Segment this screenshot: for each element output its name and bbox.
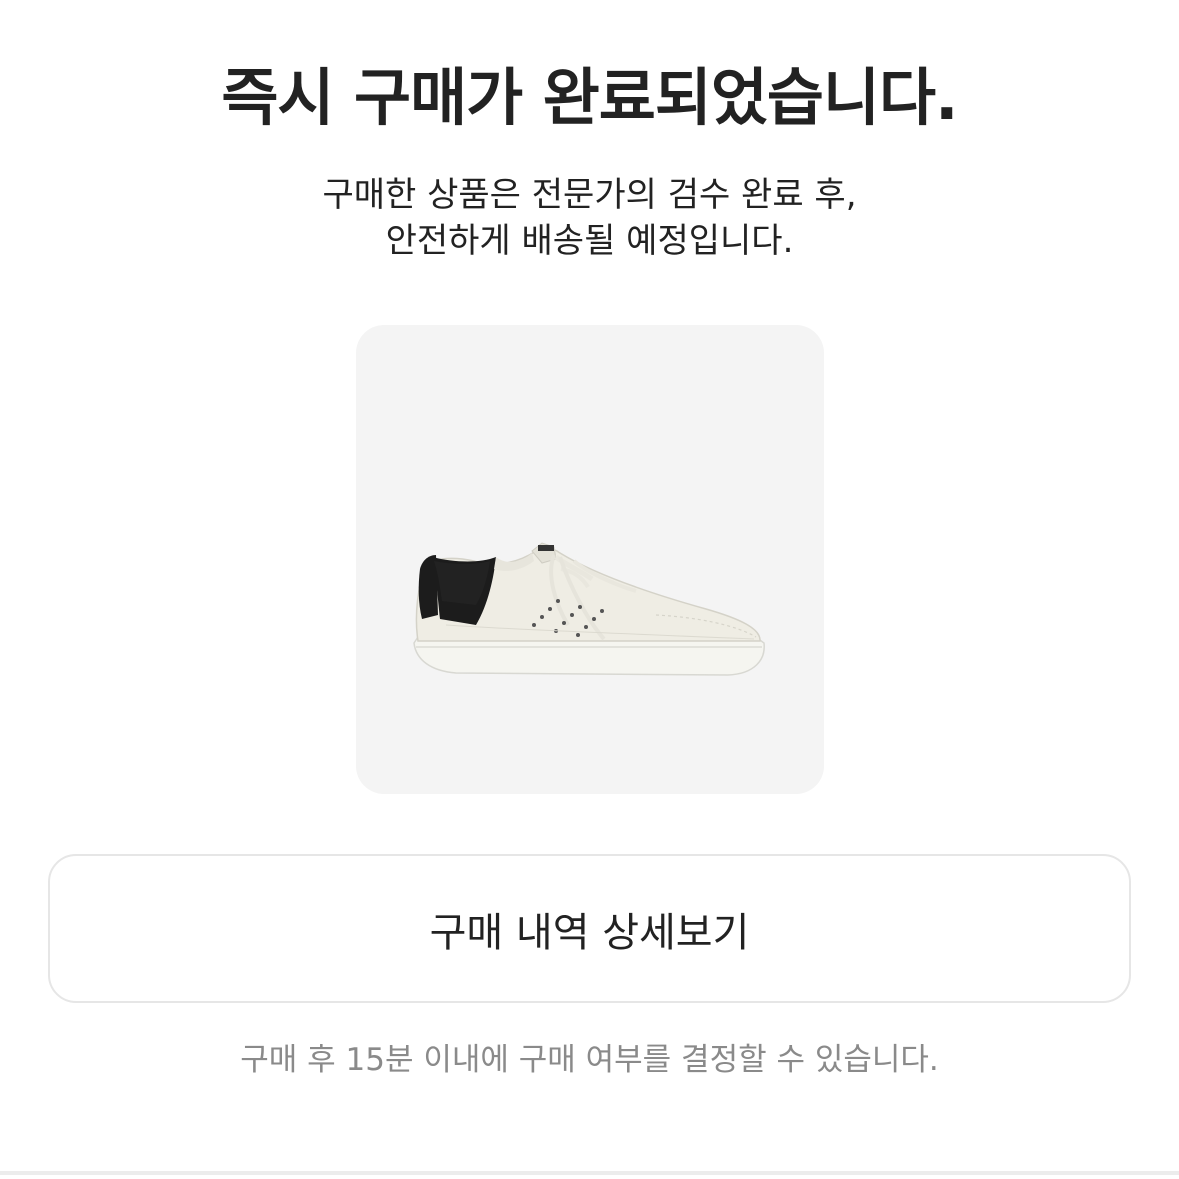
purchase-message-line-1: 구매한 상품은 전문가의 검수 완료 후, xyxy=(322,175,857,215)
purchase-message: 구매한 상품은 전문가의 검수 완료 후, 안전하게 배송될 예정입니다. xyxy=(0,172,1179,264)
purchase-decision-notice: 구매 후 15분 이내에 구매 여부를 결정할 수 있습니다. xyxy=(240,1042,939,1078)
purchase-detail-button[interactable]: 구매 내역 상세보기 xyxy=(48,854,1131,1003)
purchase-complete-page: 즉시 구매가 완료되었습니다. 구매한 상품은 전문가의 검수 완료 후, 안전… xyxy=(0,0,1179,1179)
purchase-message-line-2: 안전하게 배송될 예정입니다. xyxy=(385,221,794,261)
page-title: 즉시 구매가 완료되었습니다. xyxy=(221,61,958,134)
product-image-card xyxy=(356,325,824,794)
sneaker-image xyxy=(413,542,765,676)
bottom-divider xyxy=(0,1171,1179,1175)
